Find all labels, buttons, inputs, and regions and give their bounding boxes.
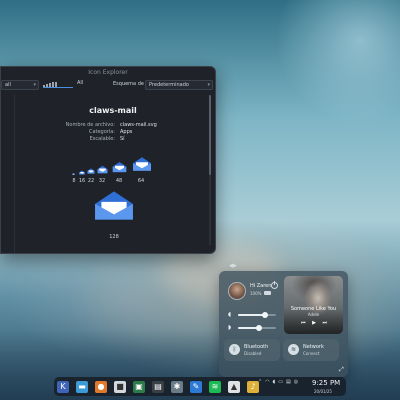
bluetooth-tile[interactable]: ᛒ Bluetooth Disabled [224,339,280,361]
spotify-icon[interactable]: ≋ [209,380,221,393]
play-icon[interactable]: ▶ [312,320,316,326]
media-player[interactable]: Someone Like You Adele ⏮ ▶ ⏭ [284,276,343,334]
song-artist: Adele [307,312,320,317]
color-scheme-value: Predeterminado [149,82,189,88]
bluetooth-title: Bluetooth [244,344,269,350]
previous-icon[interactable]: ⏮ [301,320,306,326]
window-title: Icon Explorer [88,69,128,76]
envelope-icon-16 [79,170,85,175]
speaker-icon: ◖ [228,311,232,318]
scalable-value: Sí [120,136,125,142]
terminal-icon[interactable]: ▤ [152,380,164,393]
next-icon[interactable]: ⏭ [322,320,327,326]
avatar[interactable] [228,282,246,300]
control-center-toggle[interactable]: ◀▶ [229,263,243,270]
volume-slider[interactable]: ◖ [228,311,280,319]
microphone-knob[interactable] [255,325,262,331]
envelope-icon-64 [133,157,151,171]
envelope-icon-128 [95,191,133,220]
volume-track[interactable] [238,312,276,318]
scalable-key: Escalable: [89,136,115,142]
size-slider[interactable] [43,87,73,88]
monitor-icon[interactable]: ▣ [133,380,145,393]
volume-tray-icon[interactable]: ◖ [273,379,276,385]
filename-value: claws-mail.svg [120,122,157,128]
category-key: Categoría: [88,129,115,135]
filename-key: Nombre de archivo: [65,122,115,128]
envelope-icon-22 [87,168,95,174]
envelope-icon-8 [72,173,75,175]
icon-meta-keys: Nombre de archivo: Categoría: Escalable: [66,122,115,143]
color-scheme-select[interactable]: Predeterminado ▾ [145,80,213,90]
battery-text: 100% [250,291,262,296]
user-greeting: Hi Zaren [250,283,272,289]
microphone-slider[interactable]: ◗ [228,324,280,332]
volume-knob[interactable] [262,312,269,318]
taskbar: K ▬ ● ■ ▣ ▤ ✱ ✎ ≋ ▲ ♪ [54,377,346,396]
store-icon[interactable]: ■ [114,380,126,393]
size-caption-64: 64 [137,178,145,184]
network-status: Connect [303,351,320,356]
filter-select[interactable]: all ▾ [1,80,39,90]
settings-icon[interactable]: ✱ [171,380,183,393]
kde-logo-icon[interactable]: K [57,380,69,393]
media-controls: ⏮ ▶ ⏭ [301,320,327,326]
battery-tray-icon[interactable]: ▭ [278,379,283,385]
icon-list-pane[interactable] [1,95,15,253]
filter-select-value: all [5,82,11,88]
firefox-icon[interactable]: ● [95,380,107,393]
size-caption-48: 48 [115,178,123,184]
chevron-down-icon: ▾ [33,82,36,88]
clock-date[interactable]: 20/01/25 [314,389,332,394]
envelope-icon-32 [97,165,108,174]
wifi-icon: ≋ [288,344,299,355]
clipboard-icon[interactable]: ▤ [286,379,291,385]
chevron-down-icon: ▾ [207,82,210,88]
expand-icon[interactable]: ⤢ [339,366,344,374]
code-icon[interactable]: ✎ [190,380,202,393]
power-icon[interactable] [271,281,278,289]
icon-meta-values: claws-mail.svg Apps Sí [120,122,157,143]
chevron-up-icon[interactable]: ⌃ [258,379,262,385]
notifications-icon[interactable]: ◎ [294,379,298,385]
microphone-track[interactable] [238,325,276,331]
clock-time[interactable]: 9:25 PM [312,379,340,387]
size-value: All [77,80,84,86]
microphone-icon: ◗ [228,324,232,331]
show-desktop-button[interactable] [338,379,344,393]
icon-explorer-window[interactable]: Icon Explorer all ▾ All Esquema de color… [0,66,216,254]
inkscape-icon[interactable]: ▲ [228,380,240,393]
folder-icon[interactable]: ▬ [76,380,88,393]
envelope-icon-48 [112,161,127,173]
icon-name-heading: claws-mail [89,106,137,115]
bluetooth-icon: ᛒ [229,344,240,355]
wifi-tray-icon[interactable]: ◠ [265,379,269,385]
details-scrollbar[interactable] [209,95,211,245]
system-tray: ⌃ ◠ ◖ ▭ ▤ ◎ [258,379,298,385]
network-tile[interactable]: ≋ Network Connect [283,339,339,361]
category-value: Apps [120,129,133,135]
battery-icon [264,291,271,295]
network-title: Network [303,344,324,350]
size-caption-128: 128 [109,234,119,240]
volume-fill [238,314,266,316]
bluetooth-status: Disabled [244,351,262,356]
